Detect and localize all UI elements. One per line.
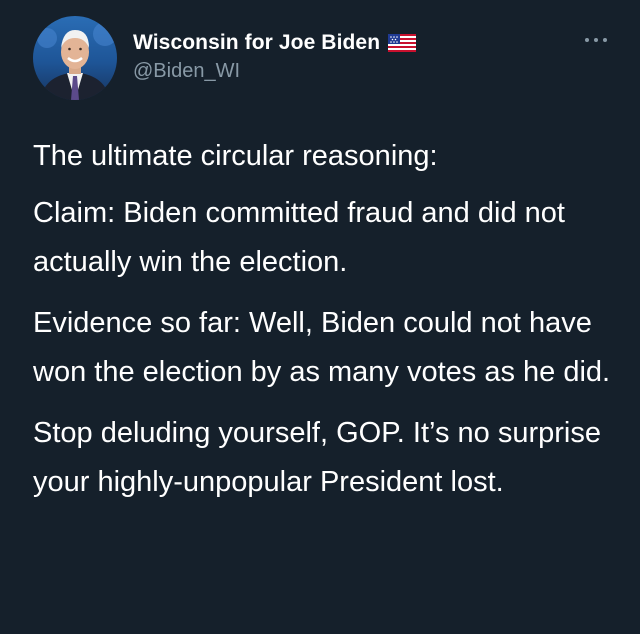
avatar-photo-icon	[37, 22, 117, 100]
display-name-row: Wisconsin for Joe Biden	[133, 30, 417, 56]
avatar[interactable]	[33, 16, 117, 100]
author-names: Wisconsin for Joe Biden @Biden_WI	[133, 30, 417, 83]
tweet-card: Wisconsin for Joe Biden @Biden_WI The ul…	[0, 0, 640, 634]
more-dot	[585, 38, 589, 42]
more-dot	[594, 38, 598, 42]
tweet-text: The ultimate circular reasoning: Claim: …	[33, 132, 623, 519]
more-options-icon[interactable]	[585, 36, 607, 44]
us-flag-icon	[388, 34, 417, 52]
tweet-paragraph: Claim: Biden committed fraud and did not…	[33, 197, 565, 278]
more-dot	[603, 38, 607, 42]
tweet-header: Wisconsin for Joe Biden @Biden_WI	[33, 16, 613, 102]
tweet-paragraph: Stop deluding yourself, GOP. It’s no sur…	[33, 417, 601, 498]
user-handle[interactable]: @Biden_WI	[133, 60, 416, 83]
tweet-paragraph: The ultimate circular reasoning:	[33, 140, 438, 172]
tweet-paragraph: Evidence so far: Well, Biden could not h…	[33, 307, 611, 388]
display-name[interactable]: Wisconsin for Joe Biden	[133, 31, 380, 55]
